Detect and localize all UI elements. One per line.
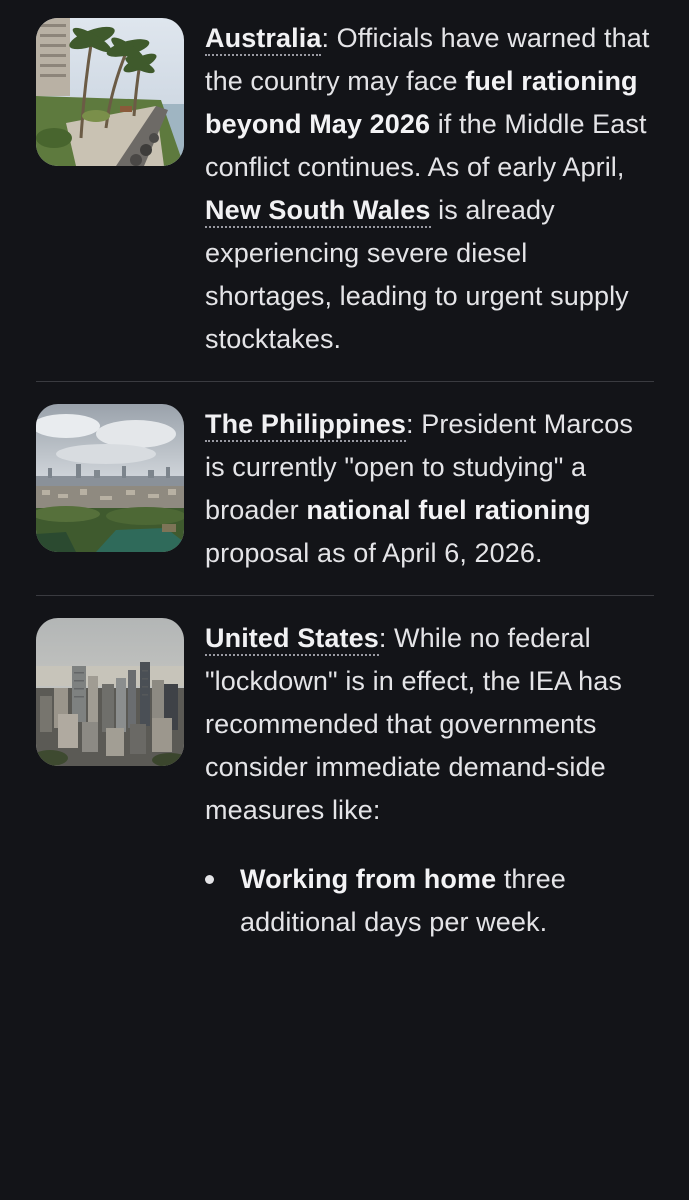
measures-bullet-list: Working from home three additional days … (205, 858, 654, 944)
list-item-text: United States: While no federal "lockdow… (205, 617, 654, 944)
list-item-philippines: The Philippines: President Marcos is cur… (36, 382, 654, 595)
bullet-item: Working from home three additional days … (205, 858, 654, 944)
city-skyline-photo[interactable] (36, 404, 184, 552)
list-item-text: The Philippines: President Marcos is cur… (205, 403, 654, 575)
link-new-south-wales[interactable]: New South Wales (205, 195, 431, 228)
downtown-aerial-image (36, 618, 184, 766)
link-australia[interactable]: Australia (205, 23, 322, 56)
downtown-aerial-photo[interactable] (36, 618, 184, 766)
search-results-list: Australia: Officials have warned that th… (36, 0, 654, 944)
bold-national-fuel-rationing: national fuel rationing (306, 495, 591, 525)
bullet-dot-icon (205, 875, 214, 884)
link-united-states[interactable]: United States (205, 623, 379, 656)
coastal-promenade-photo[interactable] (36, 18, 184, 166)
coastal-promenade-image (36, 18, 184, 166)
list-item-australia: Australia: Officials have warned that th… (36, 0, 654, 381)
list-item-text: Australia: Officials have warned that th… (205, 17, 654, 361)
link-the-philippines[interactable]: The Philippines (205, 409, 407, 442)
bold-working-from-home: Working from home (240, 864, 497, 894)
list-item-united-states: United States: While no federal "lockdow… (36, 596, 654, 944)
text-segment: proposal as of April 6, 2026. (205, 538, 543, 568)
city-skyline-image (36, 404, 184, 552)
